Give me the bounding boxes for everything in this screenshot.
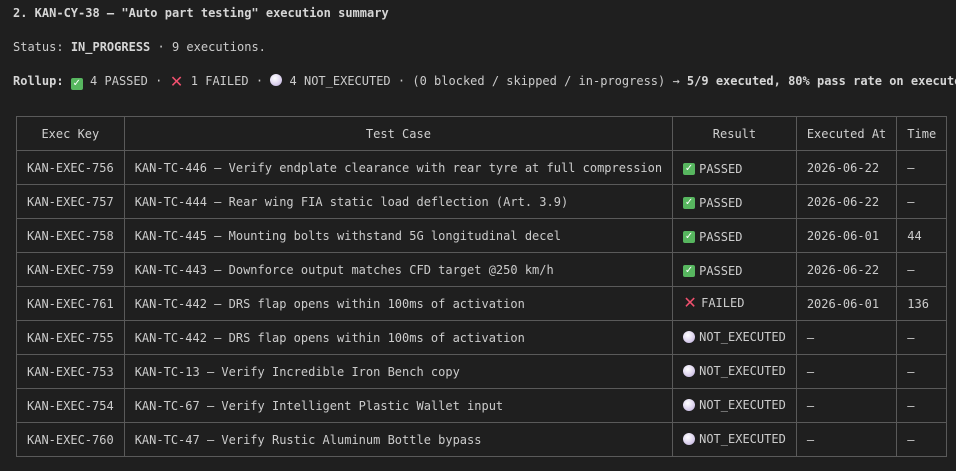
result-cell: NOT_EXECUTED bbox=[672, 422, 797, 457]
table-row: KAN-EXEC-757 KAN-TC-444 — Rear wing FIA s… bbox=[16, 184, 948, 219]
time-cell: — bbox=[896, 320, 948, 355]
executed-at-cell: 2026-06-22 bbox=[795, 184, 898, 219]
rollup-detail: (0 blocked / skipped / in-progress) → bbox=[412, 74, 680, 88]
executed-at-cell: — bbox=[795, 388, 898, 423]
status-label: Status: bbox=[13, 40, 64, 54]
result-label: PASSED bbox=[699, 195, 743, 210]
exec-key-cell: KAN-EXEC-759 bbox=[16, 252, 125, 287]
white-circle-icon bbox=[683, 398, 696, 411]
table-row: KAN-EXEC-755 KAN-TC-442 — DRS flap opens … bbox=[16, 320, 948, 355]
result-cell: ✕ FAILED bbox=[672, 286, 797, 321]
exec-key-cell: KAN-EXEC-754 bbox=[16, 388, 125, 423]
time-cell: 44 bbox=[896, 218, 948, 253]
result-label: PASSED bbox=[699, 229, 743, 244]
executed-at-cell: 2026-06-22 bbox=[795, 150, 898, 185]
result-label: FAILED bbox=[701, 296, 745, 310]
green-check-icon: ✓ bbox=[683, 196, 696, 209]
time-cell: — bbox=[896, 422, 948, 457]
status-line: Status: IN_PROGRESS · 9 executions. bbox=[13, 40, 266, 54]
time-cell: — bbox=[896, 150, 948, 185]
time-cell: — bbox=[896, 388, 948, 423]
test-case-cell: KAN-TC-442 — DRS flap opens within 100ms… bbox=[123, 320, 674, 355]
executed-at-cell: 2026-06-01 bbox=[795, 218, 898, 253]
exec-key-cell: KAN-EXEC-755 bbox=[16, 320, 125, 355]
result-cell: NOT_EXECUTED bbox=[672, 388, 797, 423]
rollup-not-executed: 4 NOT_EXECUTED bbox=[289, 74, 391, 88]
exec-key-cell: KAN-EXEC-760 bbox=[16, 422, 125, 457]
execution-summary: 2. KAN-CY-38 — "Auto part testing" execu… bbox=[0, 0, 956, 471]
result-label: NOT_EXECUTED bbox=[699, 329, 786, 344]
test-case-cell: KAN-TC-442 — DRS flap opens within 100ms… bbox=[123, 286, 674, 321]
table-row: KAN-EXEC-759 KAN-TC-443 — Downforce outpu… bbox=[16, 252, 948, 287]
status-suffix: · 9 executions. bbox=[157, 40, 266, 54]
green-check-icon: ✓ bbox=[683, 162, 696, 175]
table-row: KAN-EXEC-760 KAN-TC-47 — Verify Rustic Al… bbox=[16, 422, 948, 457]
result-label: NOT_EXECUTED bbox=[699, 431, 786, 446]
executions-table: Exec Key Test Case Result Executed At Ti… bbox=[16, 116, 948, 457]
executed-at-cell: 2026-06-01 bbox=[795, 286, 898, 321]
time-cell: — bbox=[896, 354, 948, 389]
result-cell: NOT_EXECUTED bbox=[672, 354, 797, 389]
header-test-case: Test Case bbox=[123, 116, 674, 151]
test-case-cell: KAN-TC-446 — Verify endplate clearance w… bbox=[123, 150, 674, 185]
rollup-sep: · bbox=[255, 74, 264, 88]
table-row: KAN-EXEC-758 KAN-TC-445 — Mounting bolts … bbox=[16, 218, 948, 253]
table-row: KAN-EXEC-753 KAN-TC-13 — Verify Incredibl… bbox=[16, 354, 948, 389]
header-executed-at: Executed At bbox=[795, 116, 898, 151]
table-row: KAN-EXEC-756 KAN-TC-446 — Verify endplate… bbox=[16, 150, 948, 185]
red-cross-icon: ✕ bbox=[169, 72, 184, 91]
table-row: KAN-EXEC-754 KAN-TC-67 — Verify Intellige… bbox=[16, 388, 948, 423]
test-case-cell: KAN-TC-445 — Mounting bolts withstand 5G… bbox=[123, 218, 674, 253]
exec-key-cell: KAN-EXEC-761 bbox=[16, 286, 125, 321]
test-case-cell: KAN-TC-47 — Verify Rustic Aluminum Bottl… bbox=[123, 422, 674, 457]
summary-heading: 2. KAN-CY-38 — "Auto part testing" execu… bbox=[13, 6, 389, 20]
header-exec-key: Exec Key bbox=[16, 116, 125, 151]
rollup-summary: 5/9 executed, 80% pass rate on executed bbox=[686, 74, 956, 88]
header-time: Time bbox=[896, 116, 948, 151]
status-value: IN_PROGRESS bbox=[70, 40, 151, 54]
test-case-cell: KAN-TC-444 — Rear wing FIA static load d… bbox=[123, 184, 674, 219]
green-check-icon: ✓ bbox=[683, 230, 696, 243]
result-cell: NOT_EXECUTED bbox=[672, 320, 797, 355]
result-label: PASSED bbox=[699, 161, 743, 176]
executed-at-cell: — bbox=[795, 422, 898, 457]
result-cell: ✓ PASSED bbox=[672, 184, 797, 219]
white-circle-icon bbox=[683, 432, 696, 445]
red-cross-icon: ✕ bbox=[683, 293, 697, 312]
green-check-icon: ✓ bbox=[70, 78, 83, 90]
result-cell: ✓ PASSED bbox=[672, 252, 797, 287]
test-case-cell: KAN-TC-13 — Verify Incredible Iron Bench… bbox=[123, 354, 674, 389]
rollup-sep: · bbox=[155, 74, 163, 88]
exec-key-cell: KAN-EXEC-757 bbox=[16, 184, 125, 219]
executed-at-cell: — bbox=[795, 320, 898, 355]
result-label: PASSED bbox=[699, 263, 743, 278]
time-cell: — bbox=[896, 184, 948, 219]
exec-key-cell: KAN-EXEC-756 bbox=[16, 150, 125, 185]
white-circle-icon bbox=[683, 330, 696, 343]
table-row: KAN-EXEC-761 KAN-TC-442 — DRS flap opens … bbox=[16, 286, 948, 321]
green-check-icon: ✓ bbox=[683, 264, 696, 277]
exec-key-cell: KAN-EXEC-758 bbox=[16, 218, 125, 253]
result-cell: ✓ PASSED bbox=[672, 218, 797, 253]
executed-at-cell: 2026-06-22 bbox=[795, 252, 898, 287]
exec-key-cell: KAN-EXEC-753 bbox=[16, 354, 125, 389]
result-cell: ✓ PASSED bbox=[672, 150, 797, 185]
rollup-label: Rollup: bbox=[13, 74, 64, 88]
result-label: NOT_EXECUTED bbox=[699, 363, 786, 378]
rollup-line: Rollup: ✓ 4 PASSED · ✕ 1 FAILED · 4 NOT_… bbox=[13, 74, 956, 90]
test-case-cell: KAN-TC-67 — Verify Intelligent Plastic W… bbox=[123, 388, 674, 423]
executed-at-cell: — bbox=[795, 354, 898, 389]
rollup-passed: 4 PASSED bbox=[90, 74, 148, 88]
header-result: Result bbox=[672, 116, 797, 151]
rollup-failed: 1 FAILED bbox=[190, 74, 249, 88]
time-cell: 136 bbox=[896, 286, 948, 321]
test-case-cell: KAN-TC-443 — Downforce output matches CF… bbox=[123, 252, 674, 287]
time-cell: — bbox=[896, 252, 948, 287]
table-header-row: Exec Key Test Case Result Executed At Ti… bbox=[16, 116, 948, 151]
white-circle-icon bbox=[270, 74, 283, 86]
rollup-sep: · bbox=[397, 74, 406, 88]
white-circle-icon bbox=[683, 364, 696, 377]
result-label: NOT_EXECUTED bbox=[699, 397, 786, 412]
